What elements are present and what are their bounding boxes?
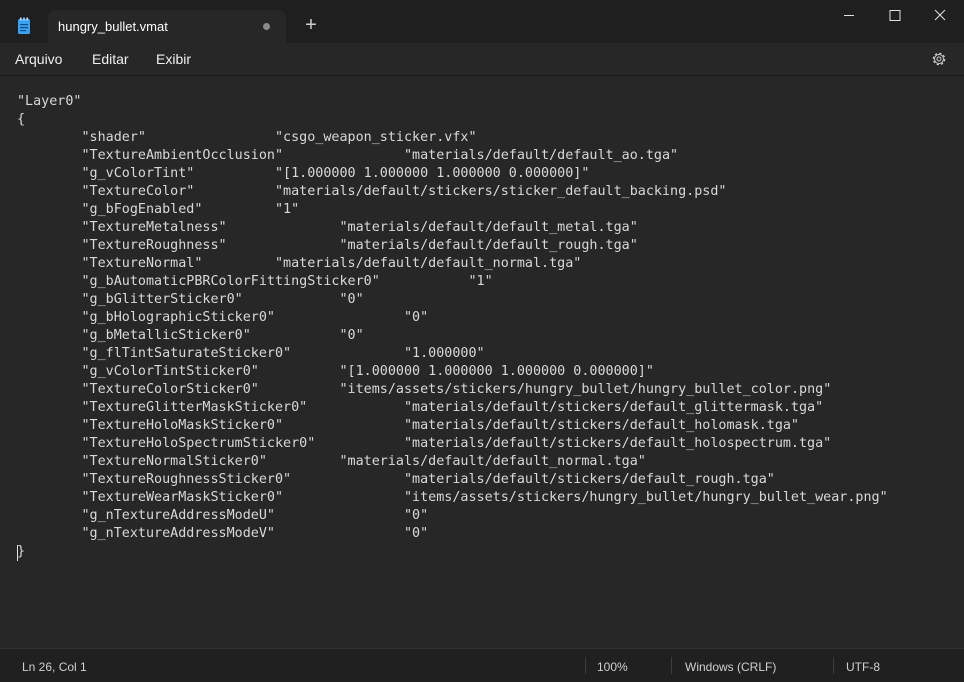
code-line: "g_flTintSaturateSticker0" "1.000000" xyxy=(17,346,485,361)
code-line: "TextureAmbientOcclusion" "materials/def… xyxy=(17,148,679,163)
code-line: "TextureHoloMaskSticker0" "materials/def… xyxy=(17,418,800,433)
encoding[interactable]: UTF-8 xyxy=(846,660,880,674)
status-divider xyxy=(585,657,586,674)
code-line: "TextureNormalSticker0" "materials/defau… xyxy=(17,454,646,469)
status-bar: Ln 26, Col 1 100% Windows (CRLF) UTF-8 xyxy=(0,648,964,682)
code-line: "TextureWearMaskSticker0" "items/assets/… xyxy=(17,490,888,505)
code-line: "g_bHolographicSticker0" "0" xyxy=(17,310,429,325)
code-line: "TextureMetalness" "materials/default/de… xyxy=(17,220,638,235)
code-line: "g_vColorTint" "[1.000000 1.000000 1.000… xyxy=(17,166,590,181)
code-line: "TextureRoughnessSticker0" "materials/de… xyxy=(17,472,775,487)
line-ending[interactable]: Windows (CRLF) xyxy=(685,660,776,674)
code-line: { xyxy=(17,112,26,127)
code-line: "g_bFogEnabled" "1" xyxy=(17,202,300,217)
code-line: "TextureRoughness" "materials/default/de… xyxy=(17,238,638,253)
status-divider xyxy=(671,657,672,674)
menu-file[interactable]: Arquivo xyxy=(15,51,62,67)
menu-bar: Arquivo Editar Exibir xyxy=(0,43,964,75)
code-line: "g_nTextureAddressModeV" "0" xyxy=(17,526,429,541)
text-caret xyxy=(17,545,18,561)
close-icon xyxy=(934,9,946,21)
maximize-button[interactable] xyxy=(872,0,918,32)
code-line: "g_vColorTintSticker0" "[1.000000 1.0000… xyxy=(17,364,654,379)
code-line: "TextureColorSticker0" "items/assets/sti… xyxy=(17,382,832,397)
notepad-icon xyxy=(18,17,30,34)
maximize-icon xyxy=(889,10,901,21)
title-bar: hungry_bullet.vmat + xyxy=(0,0,964,43)
code-line: "TextureNormal" "materials/default/defau… xyxy=(17,256,582,271)
gear-icon[interactable] xyxy=(930,50,948,68)
minimize-button[interactable] xyxy=(826,0,872,32)
code-line: "TextureHoloSpectrumSticker0" "materials… xyxy=(17,436,832,451)
code-line: "g_bGlitterSticker0" "0" xyxy=(17,292,364,307)
menu-view[interactable]: Exibir xyxy=(156,51,191,67)
editor-content[interactable]: "Layer0" { "shader" "csgo_weapon_sticker.… xyxy=(17,93,888,561)
code-line: "TextureColor" "materials/default/sticke… xyxy=(17,184,727,199)
minimize-icon xyxy=(844,15,854,16)
new-tab-button[interactable]: + xyxy=(300,14,322,36)
code-line: "Layer0" xyxy=(17,94,82,109)
text-editor[interactable]: "Layer0" { "shader" "csgo_weapon_sticker.… xyxy=(0,75,964,649)
zoom-level[interactable]: 100% xyxy=(597,660,628,674)
cursor-position: Ln 26, Col 1 xyxy=(22,660,87,674)
status-divider xyxy=(833,657,834,674)
tab-title: hungry_bullet.vmat xyxy=(58,19,168,34)
close-button[interactable] xyxy=(918,0,964,32)
code-line: "g_nTextureAddressModeU" "0" xyxy=(17,508,429,523)
tab-document[interactable]: hungry_bullet.vmat xyxy=(48,10,286,43)
menu-edit[interactable]: Editar xyxy=(92,51,129,67)
code-line: "g_bMetallicSticker0" "0" xyxy=(17,328,364,343)
unsaved-dot-icon[interactable] xyxy=(263,23,270,30)
code-line: "TextureGlitterMaskSticker0" "materials/… xyxy=(17,400,824,415)
code-line: "g_bAutomaticPBRColorFittingSticker0" "1… xyxy=(17,274,493,289)
code-line: } xyxy=(17,544,26,559)
code-line: "shader" "csgo_weapon_sticker.vfx" xyxy=(17,130,477,145)
